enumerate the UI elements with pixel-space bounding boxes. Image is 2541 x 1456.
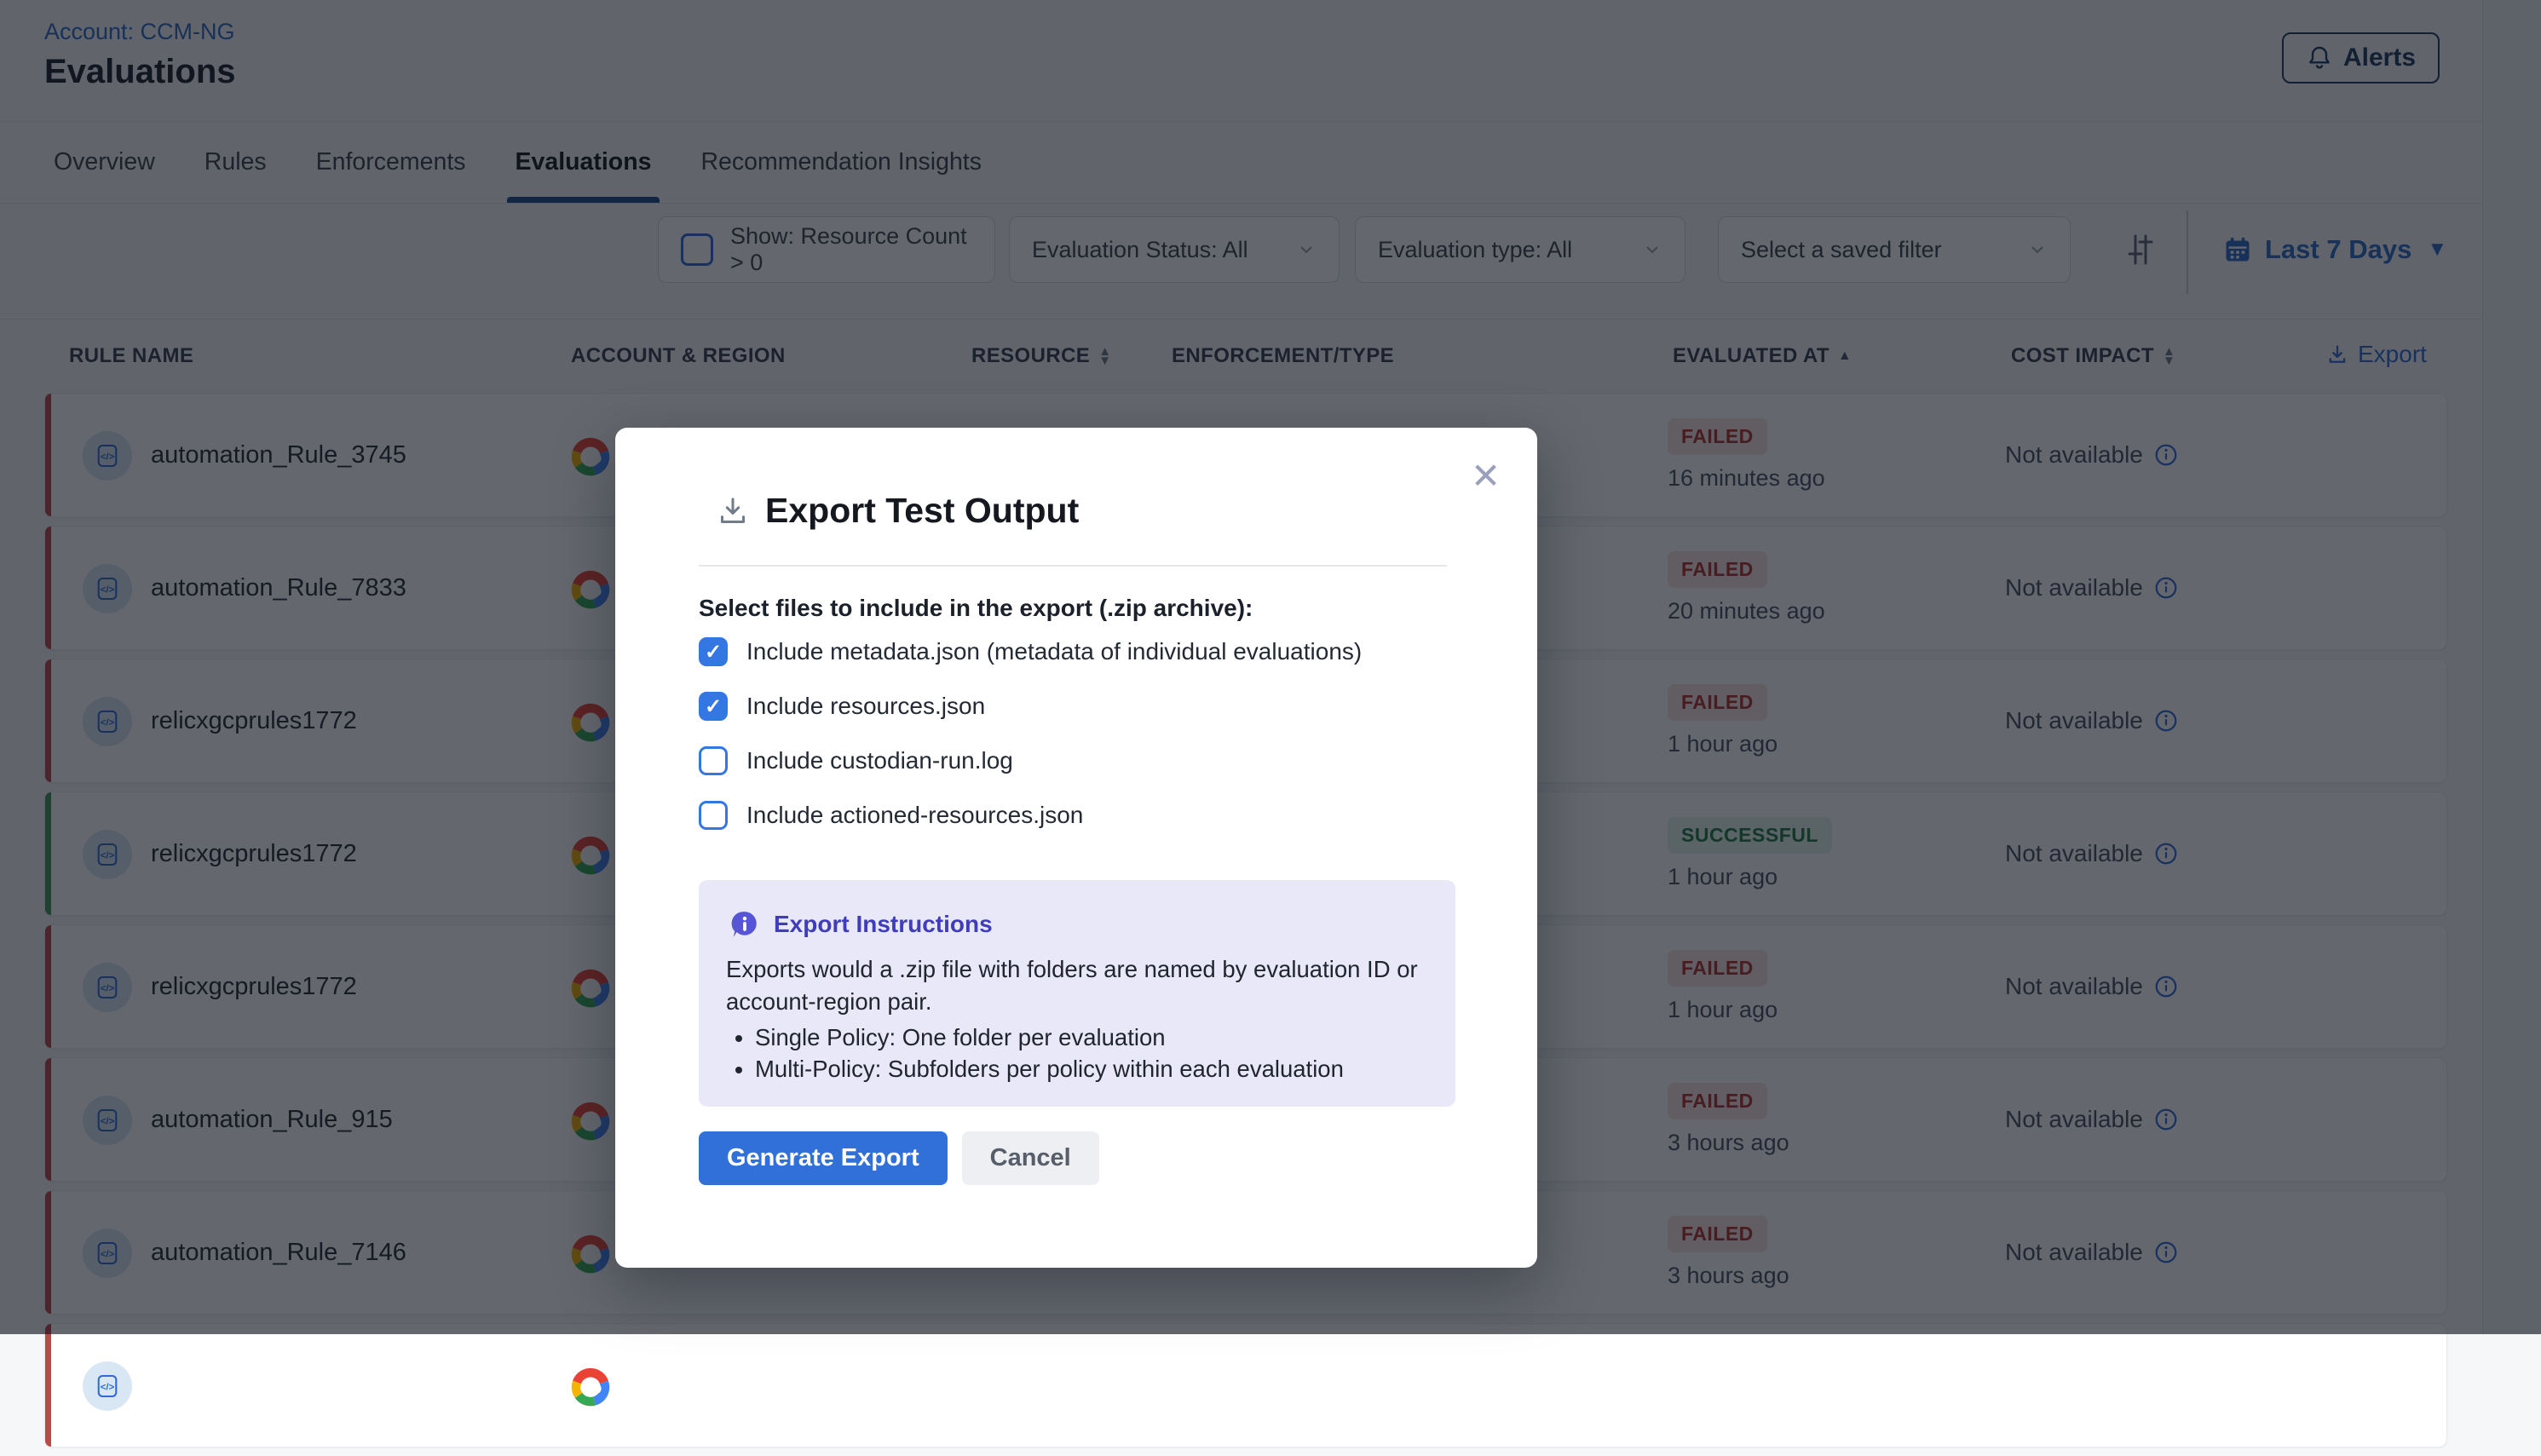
checkbox-label: Include resources.json [746,693,985,720]
modal-title: Export Test Output [765,491,1079,531]
instruction-bullet: Multi-Policy: Subfolders per policy with… [755,1053,1344,1085]
export-modal: ✕ Export Test Output Select files to inc… [615,428,1537,1268]
modal-divider [699,565,1447,567]
cancel-button[interactable]: Cancel [962,1131,1099,1185]
close-icon[interactable]: ✕ [1471,458,1501,494]
gcp-logo-icon [567,1362,614,1410]
svg-text:</>: </> [101,1383,115,1393]
checkbox-label: Include metadata.json (metadata of indiv… [746,638,1362,665]
instructions-body: Exports would a .zip file with folders a… [726,953,1418,1018]
export-file-options: ✓ Include metadata.json (metadata of ind… [699,637,1362,830]
export-file-checkbox[interactable]: ✓ Include actioned-resources.json [699,801,1362,830]
export-file-checkbox[interactable]: ✓ Include custodian-run.log [699,746,1362,775]
table-row[interactable]: </> [44,1323,2447,1447]
checkbox-label: Include custodian-run.log [746,747,1013,774]
download-icon [716,494,750,528]
export-file-checkbox[interactable]: ✓ Include metadata.json (metadata of ind… [699,637,1362,666]
checkbox-icon[interactable]: ✓ [699,801,728,830]
checkbox-icon[interactable]: ✓ [699,746,728,775]
export-file-checkbox[interactable]: ✓ Include resources.json [699,692,1362,721]
checkbox-icon[interactable]: ✓ [699,692,728,721]
checkbox-icon[interactable]: ✓ [699,637,728,666]
generate-export-button[interactable]: Generate Export [699,1131,948,1185]
select-files-label: Select files to include in the export (.… [699,595,1253,622]
instructions-heading: Export Instructions [774,911,993,938]
checkbox-label: Include actioned-resources.json [746,802,1083,829]
instruction-bullet: Single Policy: One folder per evaluation [755,1022,1344,1053]
instructions-bullets: Single Policy: One folder per evaluation… [731,1022,1344,1085]
info-bubble-icon [729,909,760,940]
rule-code-icon: </> [83,1361,132,1411]
export-instructions-box: Export Instructions Exports would a .zip… [699,880,1455,1107]
